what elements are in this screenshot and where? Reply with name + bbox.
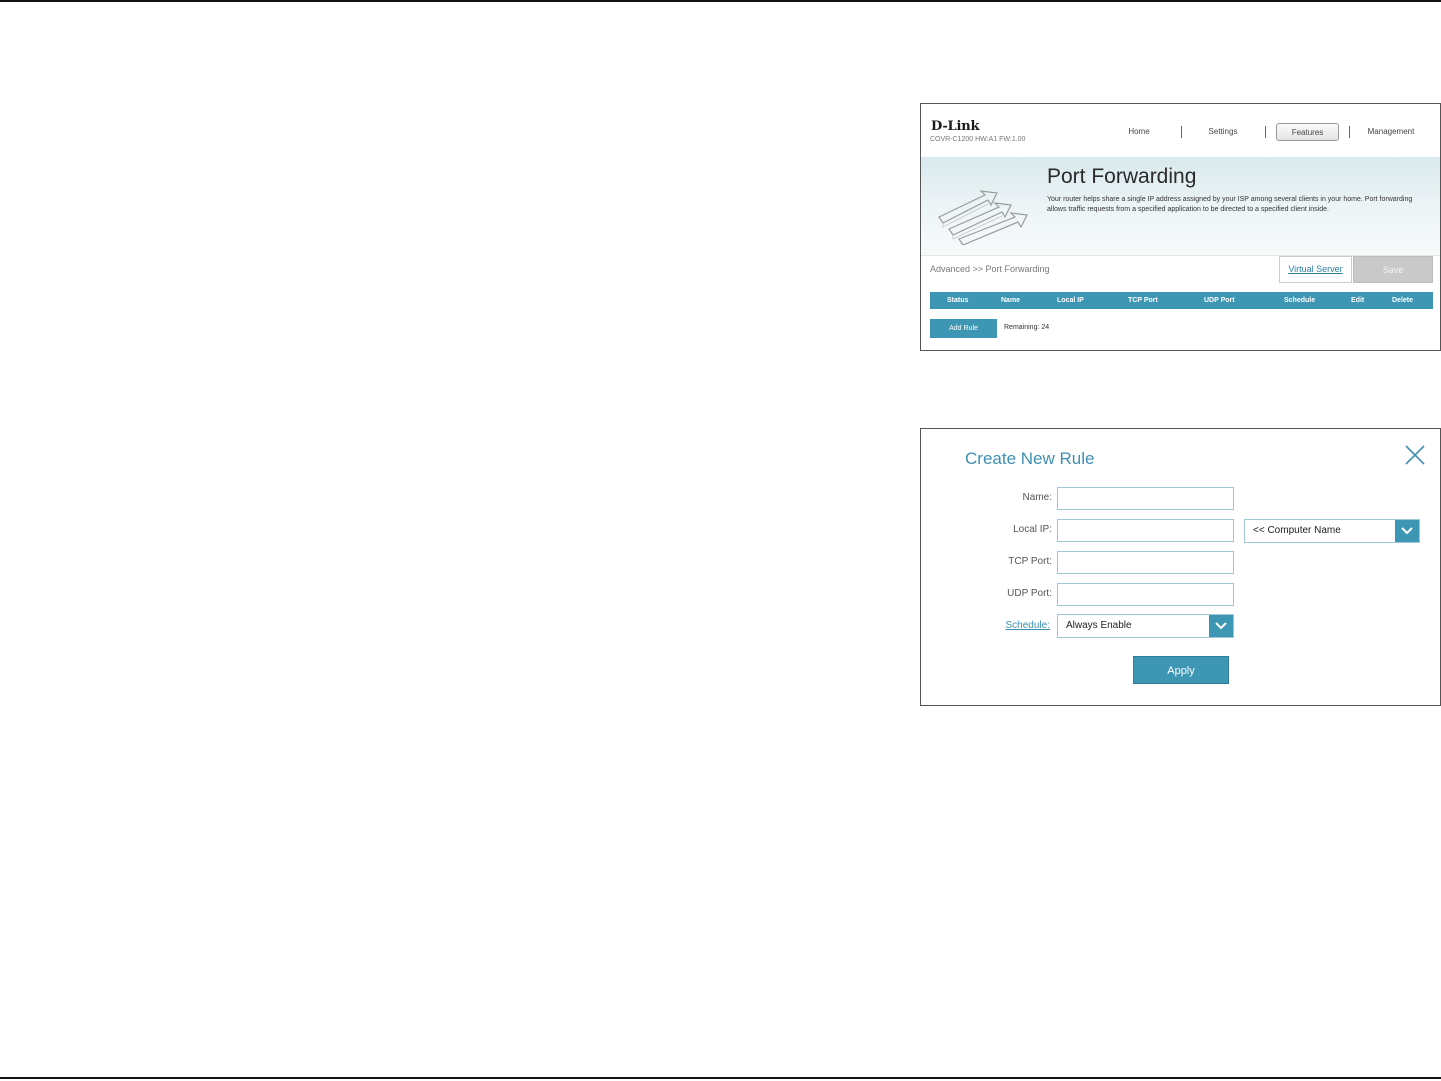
name-label: Name: <box>1022 492 1052 503</box>
nav-divider <box>1181 126 1182 138</box>
nav-settings[interactable]: Settings <box>1201 123 1245 141</box>
bottom-rule <box>0 1077 1441 1079</box>
tcp-port-label: TCP Port: <box>1008 556 1052 567</box>
schedule-link[interactable]: Schedule: <box>950 620 1050 631</box>
create-rule-dialog: Create New Rule Name: Local IP: << Compu… <box>920 428 1441 706</box>
col-edit: Edit <box>1351 297 1365 304</box>
col-tcp-port: TCP Port <box>1128 297 1158 304</box>
port-forwarding-screenshot: D-Link COVR-C1200 HW:A1 FW:1.00 Home Set… <box>920 103 1441 351</box>
page-banner: Port Forwarding Your router helps share … <box>921 157 1440 255</box>
local-ip-label: Local IP: <box>1013 524 1052 535</box>
apply-button[interactable]: Apply <box>1133 656 1229 684</box>
port-forwarding-arrows-icon <box>938 190 1028 245</box>
computer-name-value: << Computer Name <box>1253 525 1341 536</box>
udp-port-field[interactable] <box>1057 583 1234 606</box>
col-name: Name <box>1001 297 1021 304</box>
nav-features[interactable]: Features <box>1276 123 1339 141</box>
page-description: Your router helps share a single IP addr… <box>1047 196 1413 213</box>
page-title: Port Forwarding <box>1047 165 1197 188</box>
schedule-select[interactable]: Always Enable <box>1057 614 1234 638</box>
rules-remaining-count: Remaining: 24 <box>1004 324 1050 331</box>
col-delete: Delete <box>1392 297 1414 304</box>
name-field[interactable] <box>1057 487 1234 510</box>
router-header: D-Link COVR-C1200 HW:A1 FW:1.00 Home Set… <box>921 104 1440 157</box>
col-schedule: Schedule <box>1284 297 1316 304</box>
top-rule <box>0 0 1441 2</box>
chevron-down-icon <box>1395 520 1419 542</box>
tcp-port-field[interactable] <box>1057 551 1234 574</box>
save-button[interactable]: Save <box>1353 256 1433 283</box>
computer-name-select[interactable]: << Computer Name <box>1244 519 1420 543</box>
nav-divider <box>1349 126 1350 138</box>
col-status: Status <box>947 297 969 304</box>
virtual-server-link[interactable]: Virtual Server <box>1279 256 1352 283</box>
top-nav: Home Settings Features Management <box>921 123 1440 141</box>
col-local-ip: Local IP <box>1057 297 1084 304</box>
local-ip-field[interactable] <box>1057 519 1234 542</box>
col-udp-port: UDP Port <box>1204 297 1235 304</box>
close-icon[interactable] <box>1404 444 1426 466</box>
udp-port-label: UDP Port: <box>1007 588 1052 599</box>
nav-home[interactable]: Home <box>1119 123 1159 141</box>
nav-management[interactable]: Management <box>1361 123 1421 141</box>
chevron-down-icon <box>1209 615 1233 637</box>
breadcrumb: Advanced >> Port Forwarding <box>930 264 1050 274</box>
schedule-value: Always Enable <box>1066 620 1132 631</box>
rules-table-header: Status Name Local IP TCP Port UDP Port S… <box>930 292 1433 309</box>
nav-divider <box>1265 126 1266 138</box>
dialog-title: Create New Rule <box>965 449 1095 468</box>
breadcrumb-bar: Advanced >> Port Forwarding Virtual Serv… <box>921 255 1440 283</box>
add-rule-button[interactable]: Add Rule <box>930 319 997 338</box>
